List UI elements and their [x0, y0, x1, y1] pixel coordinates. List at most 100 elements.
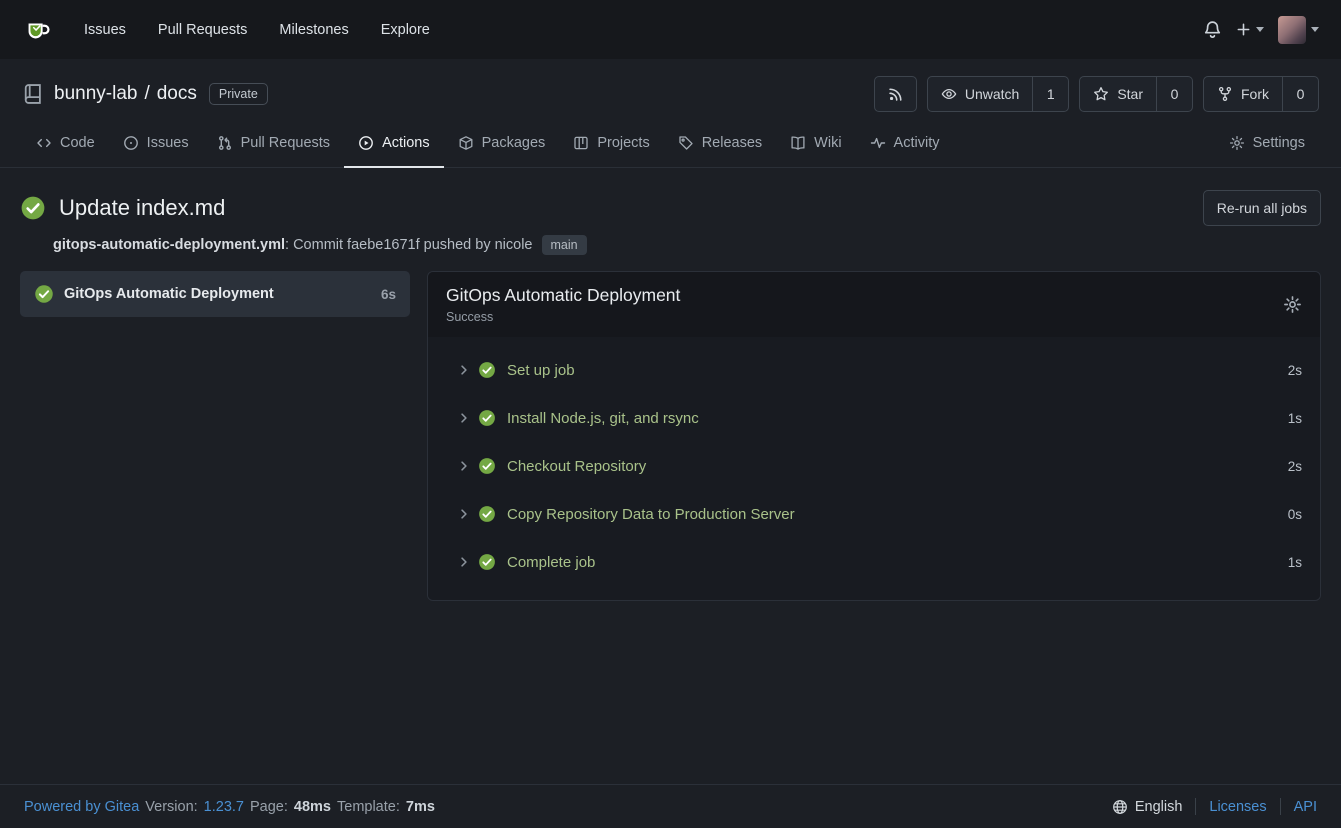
licenses-link[interactable]: Licenses: [1209, 799, 1266, 815]
rerun-all-jobs-button[interactable]: Re-run all jobs: [1203, 190, 1321, 226]
play-circle-icon: [358, 135, 374, 151]
step-status-check-icon: [478, 553, 496, 571]
navbar-right: [1203, 16, 1319, 44]
tab-releases[interactable]: Releases: [664, 119, 776, 168]
nav-milestones[interactable]: Milestones: [263, 0, 364, 59]
create-new-dropdown[interactable]: [1236, 22, 1264, 37]
job-list-item[interactable]: GitOps Automatic Deployment 6s: [20, 271, 410, 317]
project-board-icon: [573, 135, 589, 151]
stars-count[interactable]: 0: [1157, 76, 1193, 112]
footer-divider: [1280, 798, 1281, 815]
footer-meta: Powered by Gitea Version: 1.23.7 Page: 4…: [24, 799, 435, 815]
top-navbar: Issues Pull Requests Milestones Explore: [0, 0, 1341, 59]
notifications-bell-icon[interactable]: [1203, 20, 1222, 39]
step-duration: 1s: [1288, 555, 1302, 570]
chevron-right-icon: [457, 363, 471, 377]
breadcrumb-separator: /: [144, 83, 149, 105]
nav-explore[interactable]: Explore: [365, 0, 446, 59]
repo-tabs: Code Issues Pull Requests Actions P: [0, 119, 1341, 168]
step-status-check-icon: [478, 457, 496, 475]
repo-owner-link[interactable]: bunny-lab: [54, 83, 137, 105]
plus-icon: [1236, 22, 1251, 37]
step-status-check-icon: [478, 409, 496, 427]
step-name: Checkout Repository: [507, 458, 646, 475]
unwatch-button[interactable]: Unwatch: [927, 76, 1033, 112]
job-name: GitOps Automatic Deployment: [64, 286, 371, 302]
tab-actions[interactable]: Actions: [344, 119, 444, 168]
repo-name-link[interactable]: docs: [157, 83, 197, 105]
gitea-logo-icon[interactable]: [22, 15, 52, 45]
tab-activity[interactable]: Activity: [856, 119, 954, 168]
step-duration: 0s: [1288, 507, 1302, 522]
star-button[interactable]: Star: [1079, 76, 1157, 112]
tab-code[interactable]: Code: [22, 119, 109, 168]
tab-wiki[interactable]: Wiki: [776, 119, 855, 168]
api-link[interactable]: API: [1294, 799, 1317, 815]
tab-projects[interactable]: Projects: [559, 119, 663, 168]
star-icon: [1093, 86, 1109, 102]
pull-request-icon: [217, 135, 233, 151]
repository-icon: [22, 83, 44, 105]
fork-group: Fork 0: [1203, 76, 1319, 112]
job-detail-panel: GitOps Automatic Deployment Success: [427, 271, 1321, 601]
language-label: English: [1135, 799, 1183, 815]
job-list: GitOps Automatic Deployment 6s: [20, 271, 410, 317]
repo-action-buttons: Unwatch 1 Star 0: [874, 76, 1319, 112]
page-time-label: Page:: [250, 799, 288, 815]
primary-nav: Issues Pull Requests Milestones Explore: [68, 0, 446, 59]
step-row[interactable]: Set up job 2s: [428, 346, 1320, 394]
book-icon: [790, 135, 806, 151]
watchers-count[interactable]: 1: [1033, 76, 1069, 112]
run-header: Update index.md Re-run all jobs: [20, 190, 1321, 226]
job-duration: 6s: [381, 287, 396, 302]
package-icon: [458, 135, 474, 151]
eye-icon: [941, 86, 957, 102]
branch-badge[interactable]: main: [542, 235, 587, 255]
tab-pull-requests[interactable]: Pull Requests: [203, 119, 344, 168]
step-name: Copy Repository Data to Production Serve…: [507, 506, 795, 523]
chevron-right-icon: [457, 507, 471, 521]
step-row[interactable]: Copy Repository Data to Production Serve…: [428, 490, 1320, 538]
version-label: Version:: [145, 799, 197, 815]
chevron-right-icon: [457, 555, 471, 569]
job-detail-title: GitOps Automatic Deployment: [446, 285, 680, 306]
watch-group: Unwatch 1: [927, 76, 1069, 112]
globe-icon: [1112, 799, 1128, 815]
job-status-check-icon: [34, 284, 54, 304]
version-link[interactable]: 1.23.7: [204, 799, 244, 815]
language-selector[interactable]: English: [1112, 799, 1183, 815]
step-row[interactable]: Checkout Repository 2s: [428, 442, 1320, 490]
job-detail-titles: GitOps Automatic Deployment Success: [446, 285, 680, 324]
breadcrumb: bunny-lab / docs: [54, 83, 197, 105]
step-name: Install Node.js, git, and rsync: [507, 410, 699, 427]
user-menu[interactable]: [1278, 16, 1319, 44]
step-status-check-icon: [478, 361, 496, 379]
fork-button[interactable]: Fork: [1203, 76, 1283, 112]
nav-issues[interactable]: Issues: [68, 0, 142, 59]
fork-icon: [1217, 86, 1233, 102]
run-title: Update index.md: [59, 195, 225, 221]
step-row[interactable]: Install Node.js, git, and rsync 1s: [428, 394, 1320, 442]
job-options-gear-icon[interactable]: [1283, 295, 1302, 314]
tab-settings[interactable]: Settings: [1215, 119, 1319, 168]
powered-by-gitea-link[interactable]: Powered by Gitea: [24, 799, 139, 815]
nav-pull-requests[interactable]: Pull Requests: [142, 0, 263, 59]
steps-list: Set up job 2s Install Node.js, git, and …: [428, 337, 1320, 600]
step-duration: 2s: [1288, 363, 1302, 378]
rss-icon: [888, 87, 903, 102]
tab-packages[interactable]: Packages: [444, 119, 560, 168]
pulse-icon: [870, 135, 886, 151]
template-time-label: Template:: [337, 799, 400, 815]
tab-issues[interactable]: Issues: [109, 119, 203, 168]
step-row[interactable]: Complete job 1s: [428, 538, 1320, 586]
step-duration: 2s: [1288, 459, 1302, 474]
page-footer: Powered by Gitea Version: 1.23.7 Page: 4…: [0, 784, 1341, 828]
forks-count[interactable]: 0: [1283, 76, 1319, 112]
commit-info-text: : Commit faebe1671f pushed by nicole: [285, 237, 532, 253]
footer-divider: [1195, 798, 1196, 815]
actions-run-view: Update index.md Re-run all jobs gitops-a…: [0, 168, 1341, 784]
workflow-file-name: gitops-automatic-deployment.yml: [53, 237, 285, 253]
private-badge: Private: [209, 83, 268, 105]
rss-feed-button[interactable]: [874, 76, 917, 112]
caret-down-icon: [1311, 27, 1319, 32]
